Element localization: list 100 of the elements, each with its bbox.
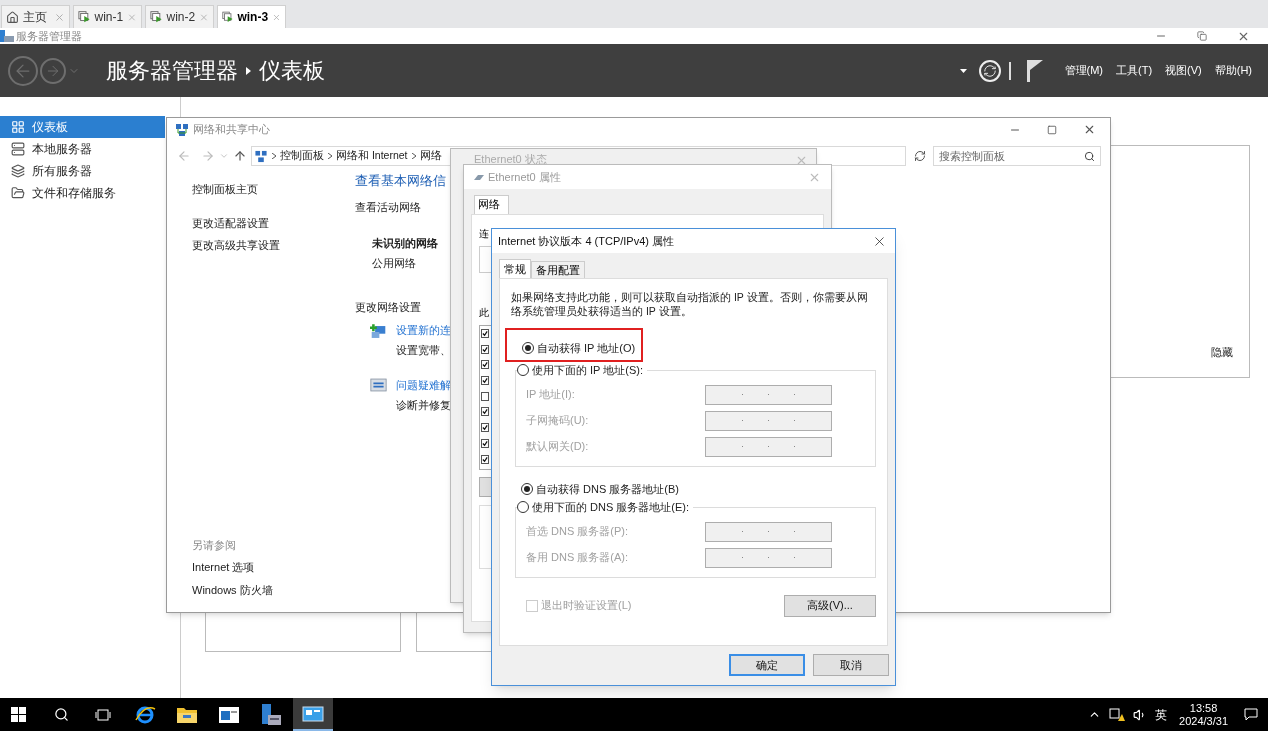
radio-button[interactable] xyxy=(522,341,534,354)
home-icon xyxy=(6,10,19,24)
component-checkbox[interactable] xyxy=(481,454,489,464)
section-heading: 查看活动网络 xyxy=(355,199,422,215)
section-heading: 另请参阅 xyxy=(192,537,237,553)
ip-address-field[interactable] xyxy=(705,436,832,457)
start-icon[interactable] xyxy=(11,707,26,722)
virtual-machine-icon xyxy=(222,10,234,24)
component-checkbox[interactable] xyxy=(481,344,489,354)
restore-icon[interactable] xyxy=(1197,31,1207,41)
notifications-flag-icon[interactable] xyxy=(1026,59,1043,82)
breadcrumb-item: 仪表板 xyxy=(259,57,325,85)
hide-link[interactable]: 隐藏 xyxy=(1211,343,1233,360)
window-title: Ethernet0 属性 xyxy=(488,169,561,185)
network-icon xyxy=(175,122,189,137)
task-link[interactable]: 更改高级共享设置 xyxy=(192,237,355,254)
sidebar-item[interactable]: 仪表板 xyxy=(0,116,165,138)
menu-item[interactable]: 视图(V) xyxy=(1165,62,1202,79)
section-heading: 更改网络设置 xyxy=(355,300,422,315)
dialog-tab[interactable]: 备用配置 xyxy=(531,261,585,278)
address-segment[interactable]: 控制面板 xyxy=(280,148,324,164)
settings-description: 诊断并修复 xyxy=(396,398,451,413)
menu-item[interactable]: 管理(M) xyxy=(1064,62,1103,79)
description-text: 如果网络支持此功能，则可以获取自动指派的 IP 设置。否则，你需要从网络系统管理员处获得适当的 IP 设置。 xyxy=(510,290,869,318)
component-checkbox[interactable] xyxy=(481,329,489,338)
browser-tab[interactable]: win-1 xyxy=(73,5,142,28)
page-heading: 查看基本网络信 xyxy=(355,172,447,190)
dialog-tab[interactable]: 网络 xyxy=(474,195,509,214)
close-icon[interactable] xyxy=(1083,123,1096,136)
task-link[interactable]: 更改适配器设置 xyxy=(192,214,355,231)
input-method-indicator[interactable]: 英 xyxy=(1155,705,1168,724)
ip-address-field[interactable] xyxy=(705,384,832,405)
settings-link[interactable]: 问题疑难解 xyxy=(396,376,451,393)
window-icon xyxy=(218,705,240,724)
up-icon[interactable] xyxy=(233,149,247,163)
component-checkbox[interactable] xyxy=(481,407,489,417)
refresh-icon[interactable] xyxy=(914,150,926,162)
settings-description: 设置宽带、 xyxy=(396,343,451,358)
notification-icon[interactable] xyxy=(1244,708,1258,721)
sidebar-item[interactable]: 所有服务器 xyxy=(0,160,165,182)
network-category: 公用网络 xyxy=(372,255,417,271)
component-checkbox[interactable] xyxy=(481,438,489,448)
see-also-link[interactable]: Windows 防火墙 xyxy=(192,581,355,598)
clock-time: 13:58 xyxy=(1189,701,1218,715)
window-title: 服务器管理器 xyxy=(16,28,82,44)
address-segment[interactable]: 网络 xyxy=(419,148,442,164)
field-label: 备用 DNS 服务器(A): xyxy=(526,550,630,566)
network-window-icon xyxy=(302,705,324,722)
refresh-button[interactable] xyxy=(978,59,1001,82)
dialog-tab[interactable]: 常规 xyxy=(499,259,531,278)
component-checkbox[interactable] xyxy=(481,376,489,386)
field-label: 首选 DNS 服务器(P): xyxy=(526,524,630,540)
radio-button[interactable] xyxy=(521,482,533,495)
ip-address-field[interactable] xyxy=(705,547,832,568)
task-view-icon[interactable] xyxy=(95,708,111,721)
radio-button[interactable] xyxy=(517,501,529,514)
clock-date: 2024/3/31 xyxy=(1179,714,1228,728)
see-also-link[interactable]: Internet 选项 xyxy=(192,559,355,576)
sidebar-icon xyxy=(11,142,25,156)
ip-address-field[interactable] xyxy=(705,410,832,431)
search-icon[interactable] xyxy=(54,707,69,722)
breadcrumb-separator-icon xyxy=(246,66,251,75)
component-checkbox[interactable] xyxy=(481,360,489,370)
ip-address-field[interactable] xyxy=(705,521,832,542)
breadcrumb-item: 服务器管理器 xyxy=(106,57,238,85)
radio-button[interactable] xyxy=(517,364,529,377)
dropdown-caret-icon[interactable] xyxy=(959,68,967,73)
address-segment[interactable]: 网络和 Internet xyxy=(336,148,408,164)
browser-tab[interactable]: win-2 xyxy=(145,5,214,28)
sidebar-item[interactable]: 文件和存储服务 xyxy=(0,182,165,204)
task-link[interactable]: 控制面板主页 xyxy=(192,181,355,198)
network-icon xyxy=(254,149,268,163)
chevron-icon xyxy=(328,153,332,159)
dialog-button[interactable]: 确定 xyxy=(729,654,805,676)
search-field[interactable]: 搜索控制面板 xyxy=(933,146,1101,166)
troubleshoot-icon xyxy=(370,376,387,393)
network-adapter-icon xyxy=(474,174,484,180)
field-label: 默认网关(D): xyxy=(526,439,590,455)
radio-label: 使用下面的 IP 地址(S): xyxy=(532,363,644,378)
advanced-button[interactable]: 高级(V)... xyxy=(784,594,876,617)
dialog-button[interactable]: 取消 xyxy=(813,654,889,676)
browser-tab[interactable]: 主页 xyxy=(1,5,70,28)
window-title: 网络和共享中心 xyxy=(193,122,270,138)
menu-item[interactable]: 帮助(H) xyxy=(1214,62,1252,79)
field-label: 子网掩码(U): xyxy=(526,413,590,429)
component-checkbox[interactable] xyxy=(481,423,489,433)
component-checkbox[interactable] xyxy=(481,391,489,401)
virtual-machine-icon xyxy=(150,10,163,24)
network-tray-icon[interactable] xyxy=(1109,707,1126,722)
field-label: IP 地址(I): xyxy=(526,387,576,403)
chevron-icon xyxy=(272,153,276,159)
checkbox-label: 退出时验证设置(L) xyxy=(541,598,632,614)
maximize-icon[interactable] xyxy=(1047,124,1057,135)
taskbar-button[interactable] xyxy=(293,698,333,731)
browser-tab[interactable]: win-3 xyxy=(217,5,286,28)
sidebar-icon xyxy=(11,186,25,200)
sidebar-item[interactable]: 本地服务器 xyxy=(0,138,165,160)
menu-item[interactable]: 工具(T) xyxy=(1116,62,1153,79)
field-label: 连 xyxy=(479,227,489,241)
settings-link[interactable]: 设置新的连 xyxy=(396,321,451,338)
